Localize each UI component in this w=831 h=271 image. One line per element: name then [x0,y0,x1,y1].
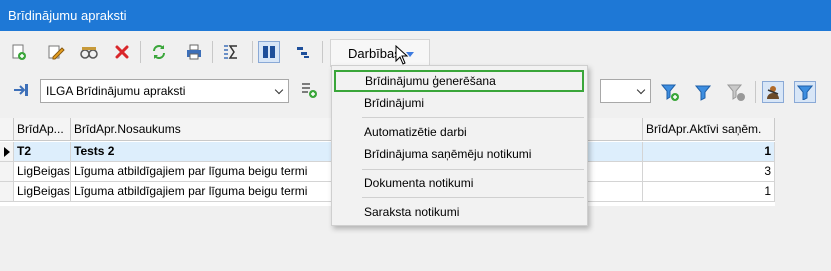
cell-code[interactable]: LigBeigas [14,182,71,202]
row-indicator [0,142,14,162]
filter-toggle-icon[interactable] [794,81,816,103]
user-filter-icon[interactable] [762,81,784,103]
row-indicator [0,162,14,182]
cell-active[interactable]: 1 [643,182,775,202]
refresh-icon[interactable] [148,41,170,63]
row-indicator-header [0,118,14,141]
cell-active[interactable]: 3 [643,162,775,182]
mouse-cursor-icon [395,44,409,68]
edit-icon[interactable] [45,41,67,63]
tree-icon[interactable] [292,41,314,63]
view-icon[interactable] [78,41,100,63]
actions-menu: Brīdinājumu ģenerēšana Brīdinājumi Autom… [331,65,588,226]
column-header-code[interactable]: BrīdAp... [14,118,71,141]
filter-icon[interactable] [692,81,714,103]
delete-icon[interactable] [111,41,133,63]
menu-item-automated-jobs[interactable]: Automatizētie darbi [333,121,587,143]
cell-active[interactable]: 1 [643,142,775,162]
chevron-down-icon [274,85,284,95]
secondary-select[interactable] [600,79,651,103]
menu-item-warnings[interactable]: Brīdinājumi [333,92,587,114]
chevron-down-icon [636,85,646,95]
cell-code[interactable]: LigBeigas [14,162,71,182]
actions-dropdown-button[interactable]: Darbības [330,39,430,67]
menu-item-list-events[interactable]: Saraksta notikumi [333,201,587,223]
row-indicator [0,182,14,202]
print-icon[interactable] [183,41,205,63]
add-icon[interactable] [8,41,30,63]
filter-add-icon[interactable] [659,81,681,103]
sum-icon[interactable] [220,41,242,63]
column-header-active[interactable]: BrīdApr.Aktīvi saņēm. [643,118,775,141]
import-arrow-icon[interactable] [10,79,32,101]
menu-item-generate-warnings[interactable]: Brīdinājumu ģenerēšana [334,70,584,92]
columns-icon[interactable] [258,41,280,63]
current-row-icon [4,147,10,157]
menu-item-document-events[interactable]: Dokumenta notikumi [333,172,587,194]
menu-separator [362,169,584,170]
description-select[interactable]: ILGA Brīdinājumu apraksti [40,79,289,103]
window-title: Brīdinājumu apraksti [0,0,831,31]
filter-clear-icon[interactable] [725,81,747,103]
cell-code[interactable]: T2 [14,142,71,162]
menu-separator [362,117,584,118]
actions-label: Darbības [348,45,401,61]
menu-item-recipient-events[interactable]: Brīdinājuma saņēmēju notikumi [333,143,587,165]
list-add-icon[interactable] [298,79,320,101]
menu-separator [362,197,584,198]
description-select-value: ILGA Brīdinājumu apraksti [46,84,186,98]
